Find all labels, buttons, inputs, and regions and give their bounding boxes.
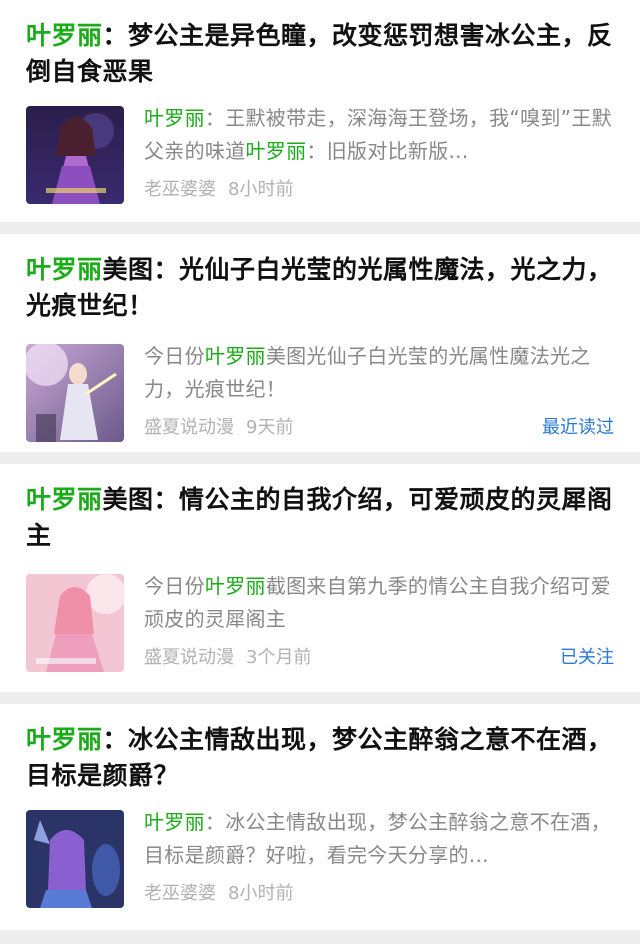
article-title[interactable]: 叶罗丽：冰公主情敌出现，梦公主醉翁之意不在酒，目标是颜爵？: [26, 704, 614, 794]
article-snippet: 今日份叶罗丽美图光仙子白光莹的光属性魔法光之力，光痕世纪！: [144, 340, 614, 406]
recently-read-badge: 最近读过: [542, 417, 614, 438]
article-title[interactable]: 叶罗丽：梦公主是异色瞳，改变惩罚想害冰公主，反倒自食恶果: [26, 0, 614, 90]
article-card[interactable]: 叶罗丽：梦公主是异色瞳，改变惩罚想害冰公主，反倒自食恶果 叶罗丽：王默被带走，深…: [0, 0, 640, 222]
title-text: 美图：光仙子白光莹的光属性魔法，光之力，光痕世纪！: [26, 255, 613, 320]
snippet-text: ：冰公主情敌出现，梦公主醉翁之意不在酒，目标是颜爵？好啦，看完今天分享的...: [144, 810, 611, 867]
article-title[interactable]: 叶罗丽美图：光仙子白光莹的光属性魔法，光之力，光痕世纪！: [26, 234, 614, 324]
divider: [0, 692, 640, 704]
publish-time: 8小时前: [228, 883, 294, 904]
article-thumbnail[interactable]: [26, 344, 124, 442]
title-text: ：冰公主情敌出现，梦公主醉翁之意不在酒，目标是颜爵？: [26, 725, 613, 790]
source-name[interactable]: 盛夏说动漫: [144, 413, 234, 439]
snippet-text: ：旧版对比新版...: [306, 139, 469, 163]
article-thumbnail[interactable]: [26, 106, 124, 204]
publish-time: 8小时前: [228, 179, 294, 200]
article-thumbnail[interactable]: [26, 810, 124, 908]
article-snippet: 叶罗丽：王默被带走，深海海王登场，我“嗅到”王默父亲的味道叶罗丽：旧版对比新版.…: [144, 102, 614, 168]
divider: [0, 452, 640, 464]
article-snippet: 叶罗丽：冰公主情敌出现，梦公主醉翁之意不在酒，目标是颜爵？好啦，看完今天分享的.…: [144, 806, 614, 872]
title-text: 美图：情公主的自我介绍，可爱顽皮的灵犀阁主: [26, 485, 613, 550]
publish-time: 3个月前: [246, 647, 312, 668]
snippet-text: 今日份: [144, 574, 205, 598]
keyword-highlight: 叶罗丽: [144, 810, 205, 834]
keyword-highlight: 叶罗丽: [26, 485, 103, 514]
article-thumbnail[interactable]: [26, 574, 124, 672]
keyword-highlight: 叶罗丽: [144, 106, 205, 130]
keyword-highlight: 叶罗丽: [245, 139, 307, 163]
snippet-text: 今日份: [144, 344, 205, 368]
divider: [0, 222, 640, 234]
article-card[interactable]: 叶罗丽美图：情公主的自我介绍，可爱顽皮的灵犀阁主 今日份叶罗丽截图来自第九季的情…: [0, 464, 640, 692]
source-name[interactable]: 老巫婆婆: [144, 879, 216, 905]
keyword-highlight: 叶罗丽: [204, 344, 266, 368]
source-name[interactable]: 盛夏说动漫: [144, 643, 234, 669]
keyword-highlight: 叶罗丽: [26, 21, 103, 50]
title-text: ：梦公主是异色瞳，改变惩罚想害冰公主，反倒自食恶果: [26, 21, 613, 86]
keyword-highlight: 叶罗丽: [26, 725, 103, 754]
source-name[interactable]: 老巫婆婆: [144, 175, 216, 201]
keyword-highlight: 叶罗丽: [204, 574, 266, 598]
article-card[interactable]: 叶罗丽：冰公主情敌出现，梦公主醉翁之意不在酒，目标是颜爵？ 叶罗丽：冰公主情敌出…: [0, 704, 640, 930]
followed-badge: 已关注: [560, 647, 614, 668]
article-snippet: 今日份叶罗丽截图来自第九季的情公主自我介绍可爱顽皮的灵犀阁主: [144, 570, 614, 636]
keyword-highlight: 叶罗丽: [26, 255, 103, 284]
article-card[interactable]: 叶罗丽美图：光仙子白光莹的光属性魔法，光之力，光痕世纪！ 今日份叶罗丽美图光仙子…: [0, 234, 640, 452]
article-title[interactable]: 叶罗丽美图：情公主的自我介绍，可爱顽皮的灵犀阁主: [26, 464, 614, 554]
publish-time: 9天前: [246, 417, 294, 438]
